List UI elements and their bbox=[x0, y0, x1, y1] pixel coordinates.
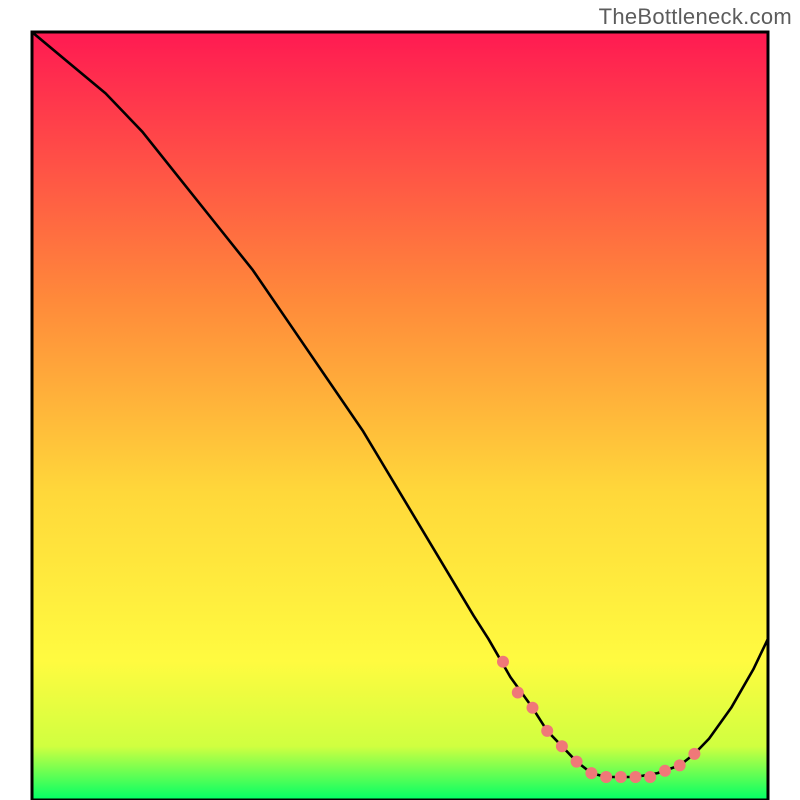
marker-point bbox=[674, 759, 686, 771]
chart-canvas: TheBottleneck.com bbox=[0, 0, 800, 800]
marker-point bbox=[556, 740, 568, 752]
chart-svg bbox=[0, 0, 800, 800]
marker-point bbox=[585, 767, 597, 779]
marker-point bbox=[688, 748, 700, 760]
marker-point bbox=[571, 756, 583, 768]
marker-point bbox=[615, 771, 627, 783]
marker-point bbox=[659, 765, 671, 777]
marker-point bbox=[644, 771, 656, 783]
marker-point bbox=[527, 702, 539, 714]
marker-point bbox=[497, 656, 509, 668]
marker-point bbox=[630, 771, 642, 783]
marker-point bbox=[512, 687, 524, 699]
marker-point bbox=[541, 725, 553, 737]
marker-point bbox=[600, 771, 612, 783]
gradient-background bbox=[32, 32, 768, 800]
